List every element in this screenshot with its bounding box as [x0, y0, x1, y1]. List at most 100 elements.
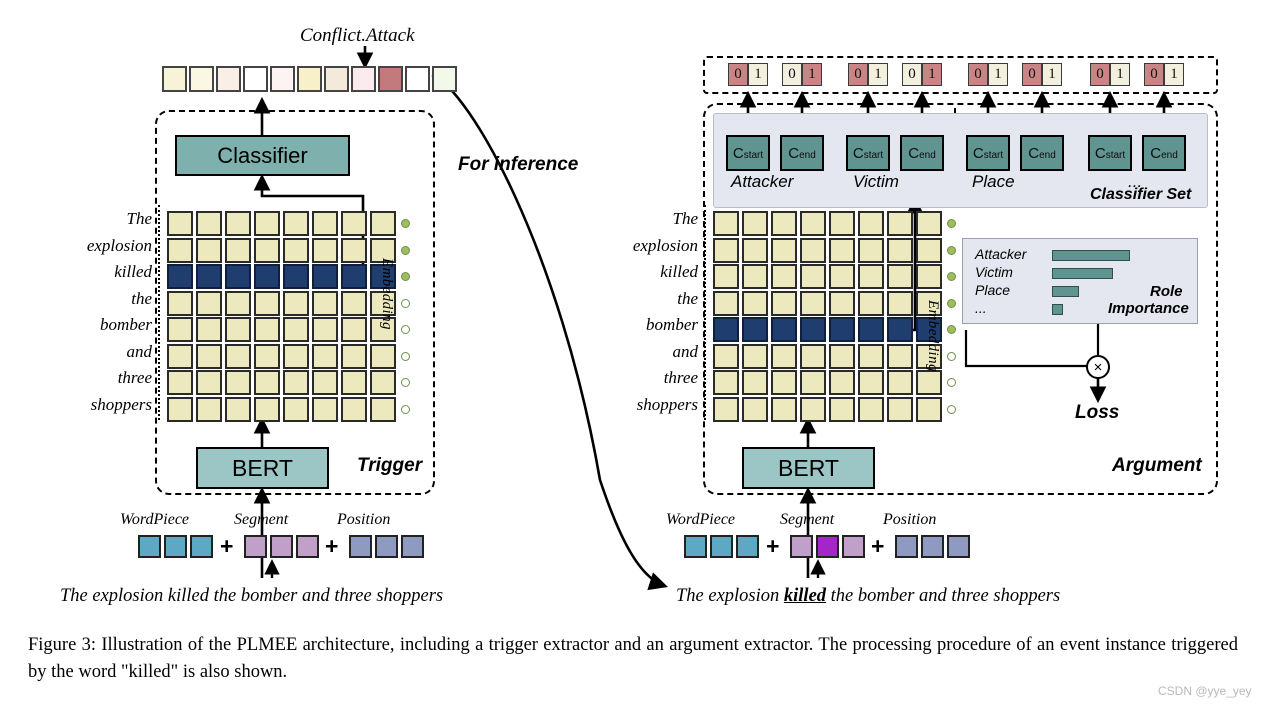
- embedding-cell: [370, 211, 396, 236]
- word-label-bomber: bomber: [100, 315, 152, 334]
- classifier-box-start[interactable]: Cstart: [726, 135, 770, 171]
- embedding-cell: [312, 370, 338, 395]
- embedding-cell: [829, 396, 855, 422]
- embedding-cell: [887, 370, 913, 395]
- embedding-cell: [858, 370, 884, 395]
- embedding-cell: [196, 290, 222, 316]
- embedding-token: [138, 535, 161, 558]
- classifier-box-start[interactable]: Cstart: [846, 135, 890, 171]
- argument-bert-label: BERT: [778, 454, 839, 481]
- embedding-cell: [771, 396, 797, 422]
- embedding-row: [167, 370, 396, 395]
- embedding-dot: [401, 351, 410, 361]
- embedding-cell: [742, 237, 768, 263]
- embedding-cell: [829, 317, 855, 342]
- classifier-box-end[interactable]: Cend: [900, 135, 944, 171]
- argument-word-separator: [704, 205, 706, 420]
- embedding-cell: [800, 264, 826, 289]
- embedding-cell: [283, 211, 309, 236]
- embedding-cell: [800, 370, 826, 395]
- role-importance-label: Attacker: [975, 246, 1027, 262]
- word-label-the: The: [126, 209, 153, 228]
- embedding-row: [167, 290, 396, 316]
- embedding-row: [713, 396, 942, 422]
- embedding-cell: [713, 264, 739, 289]
- multiply-node: ×: [1086, 355, 1110, 379]
- embedding-row: [167, 264, 396, 289]
- embedding-cell: [196, 237, 222, 263]
- sentence-prefix: The explosion: [676, 586, 784, 606]
- embedding-cell: [771, 264, 797, 289]
- embedding-cell: [742, 264, 768, 289]
- embedding-token: [790, 535, 813, 558]
- role-name-place: Place: [972, 172, 1015, 191]
- embedding-cell: [312, 343, 338, 369]
- word-label-shoppers: shoppers: [636, 394, 698, 414]
- classifier-box-end[interactable]: Cend: [780, 135, 824, 171]
- embedding-cell: [800, 343, 826, 369]
- classifier-box-end[interactable]: Cend: [1020, 135, 1064, 171]
- embedding-cell: [341, 211, 367, 236]
- embedding-cell: [742, 317, 768, 342]
- embedding-cell: [167, 396, 193, 422]
- embedding-cell: [225, 396, 251, 422]
- embedding-cell: [341, 396, 367, 422]
- embedding-token: [921, 535, 944, 558]
- embedding-cell: [167, 237, 193, 263]
- classifier-box-end[interactable]: Cend: [1142, 135, 1186, 171]
- embedding-dot: [401, 404, 410, 414]
- embedding-cell: [713, 317, 739, 342]
- embedding-cell: [829, 343, 855, 369]
- embedding-cell: [771, 343, 797, 369]
- embedding-cell: [887, 264, 913, 289]
- trigger-classifier-label: Classifier: [217, 142, 308, 168]
- word-label-and: and: [672, 341, 699, 361]
- embedding-cell: [283, 396, 309, 422]
- embedding-cell: [225, 290, 251, 316]
- embedding-cell: [167, 264, 193, 289]
- binary-cell-one: 1: [1164, 63, 1184, 86]
- embedding-cell: [196, 370, 222, 395]
- embedding-cell: [771, 211, 797, 236]
- classifier-box-start[interactable]: Cstart: [1088, 135, 1132, 171]
- word-label-and: and: [126, 341, 153, 361]
- embedding-token: [349, 535, 372, 558]
- embedding-row: [713, 264, 942, 289]
- trigger-output-cell: [297, 66, 322, 92]
- embedding-token: [375, 535, 398, 558]
- trigger-plus-2: +: [325, 533, 339, 559]
- role-importance-title-line2: Importance: [1108, 300, 1189, 317]
- figure-caption: Figure 3: Illustration of the PLMEE arch…: [28, 635, 1238, 682]
- binary-cell-one: 1: [1042, 63, 1062, 86]
- figure-root: Conflict.Attack Classifier The explosion k…: [0, 0, 1266, 708]
- word-label-three: three: [117, 368, 152, 387]
- embedding-cell: [254, 237, 280, 263]
- role-importance-bar: [1052, 304, 1063, 315]
- trigger-classifier-box[interactable]: Classifier: [175, 135, 350, 176]
- embedding-cell: [167, 290, 193, 316]
- embedding-token: [947, 535, 970, 558]
- embedding-dot: [947, 325, 956, 334]
- role-importance-bar: [1052, 250, 1130, 261]
- classifier-box-start[interactable]: Cstart: [966, 135, 1010, 171]
- embedding-cell: [167, 211, 193, 236]
- event-type-label: Conflict.Attack: [300, 25, 415, 46]
- embedding-cell: [341, 237, 367, 263]
- embedding-cell: [283, 370, 309, 395]
- word-label-the: the: [677, 288, 698, 308]
- embedding-cell: [283, 237, 309, 263]
- embedding-cell: [254, 290, 280, 316]
- role-name-attacker: Attacker: [731, 172, 794, 191]
- sentence-trigger-word: killed: [783, 586, 827, 606]
- binary-output-pair: 01: [1022, 63, 1062, 86]
- embedding-cell: [916, 211, 942, 236]
- embedding-cell: [225, 264, 251, 289]
- embedding-cell: [858, 290, 884, 316]
- embedding-cell: [829, 237, 855, 263]
- trigger-bert-box[interactable]: BERT: [196, 447, 329, 489]
- embedding-cell: [254, 264, 280, 289]
- argument-bert-box[interactable]: BERT: [742, 447, 875, 489]
- embedding-token: [736, 535, 759, 558]
- embedding-cell: [167, 317, 193, 342]
- embedding-row: [167, 237, 396, 263]
